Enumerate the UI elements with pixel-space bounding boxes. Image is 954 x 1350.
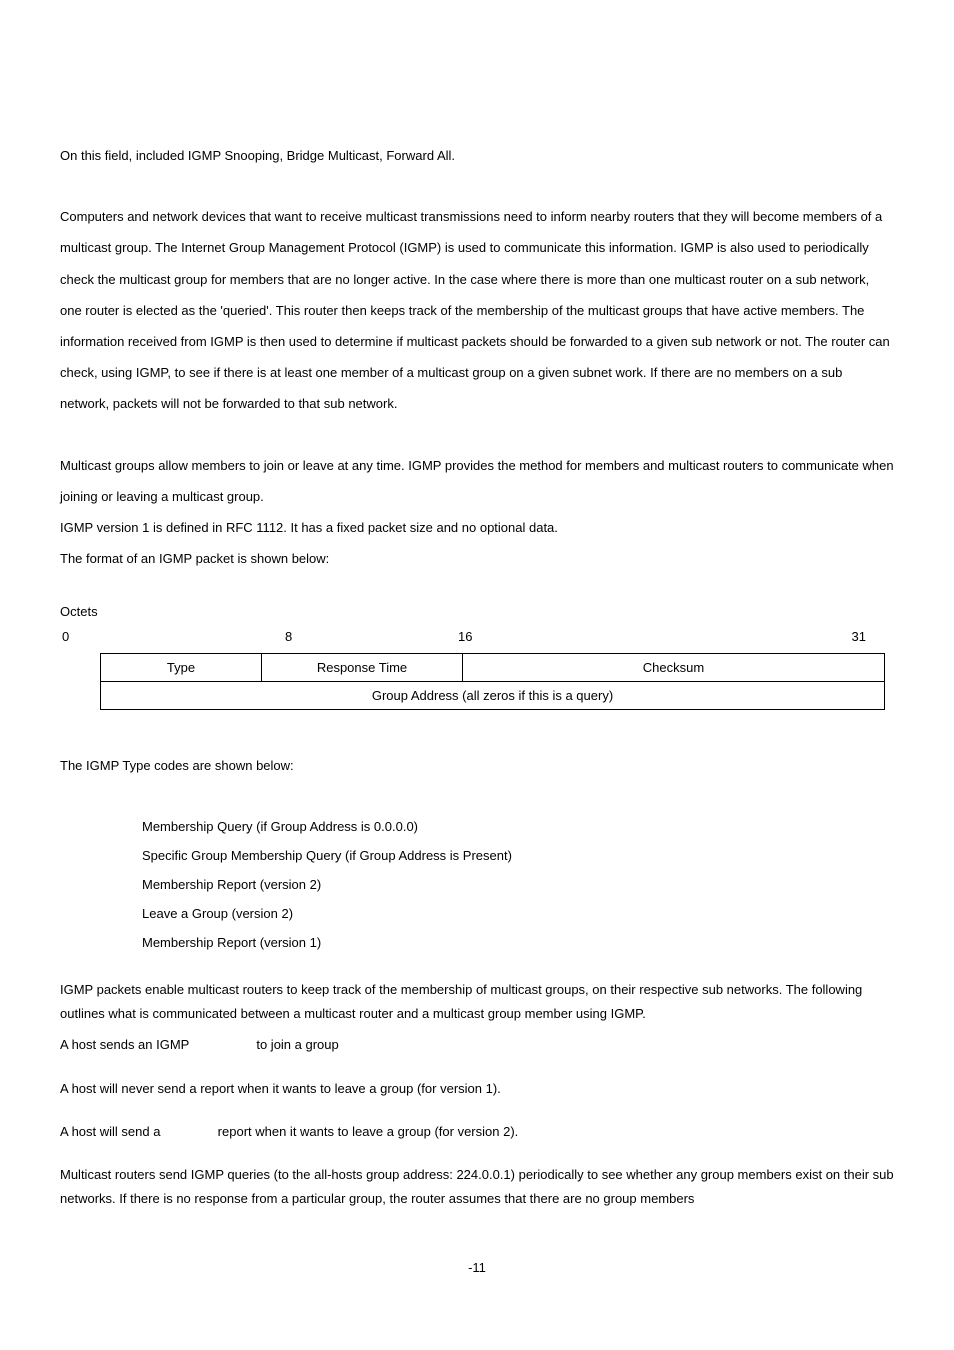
cell-type: Type	[101, 654, 262, 682]
paragraph-host-leave-v2: A host will send a report when it wants …	[60, 1120, 894, 1143]
para-line-a: Multicast groups allow members to join o…	[60, 458, 894, 504]
paragraph-igmp-overview: Computers and network devices that want …	[60, 201, 894, 419]
type-codes-intro: The IGMP Type codes are shown below:	[60, 750, 894, 781]
type-code-desc: Membership Query (if Group Address is 0.…	[102, 813, 524, 840]
bit-offset-header: 0 8 16 31	[60, 629, 894, 649]
bit-label-31: 31	[852, 629, 866, 644]
cell-checksum: Checksum	[463, 654, 885, 682]
text-fragment: A host sends an IGMP	[60, 1037, 193, 1052]
para-line-b: IGMP version 1 is defined in RFC 1112. I…	[60, 520, 558, 535]
type-code-desc: Leave a Group (version 2)	[102, 900, 524, 927]
cell-group-address: Group Address (all zeros if this is a qu…	[101, 682, 885, 710]
text-fragment: to join a group	[253, 1037, 339, 1052]
table-row: Group Address (all zeros if this is a qu…	[101, 682, 885, 710]
bit-label-0: 0	[62, 629, 69, 644]
igmp-packet-table: Type Response Time Checksum Group Addres…	[100, 653, 885, 710]
paragraph-router-queries: Multicast routers send IGMP queries (to …	[60, 1163, 894, 1210]
bit-label-8: 8	[285, 629, 292, 644]
type-codes-table: Membership Query (if Group Address is 0.…	[100, 811, 526, 958]
type-code-desc: Membership Report (version 2)	[102, 871, 524, 898]
text-fragment: A host will send a	[60, 1124, 164, 1139]
table-row: Leave a Group (version 2)	[102, 900, 524, 927]
table-row: Type Response Time Checksum	[101, 654, 885, 682]
page-number: -11	[60, 1260, 894, 1275]
table-row: Specific Group Membership Query (if Grou…	[102, 842, 524, 869]
table-row: Membership Query (if Group Address is 0.…	[102, 813, 524, 840]
table-row: Membership Report (version 1)	[102, 929, 524, 956]
paragraph-host-join: A host sends an IGMP to join a group	[60, 1033, 894, 1056]
intro-line: On this field, included IGMP Snooping, B…	[60, 140, 894, 171]
paragraph-igmp-tracking: IGMP packets enable multicast routers to…	[60, 978, 894, 1025]
type-code-desc: Membership Report (version 1)	[102, 929, 524, 956]
paragraph-multicast-groups: Multicast groups allow members to join o…	[60, 450, 894, 575]
type-code-desc: Specific Group Membership Query (if Grou…	[102, 842, 524, 869]
table-row: Membership Report (version 2)	[102, 871, 524, 898]
octets-label: Octets	[60, 604, 894, 619]
paragraph-host-leave-v1: A host will never send a report when it …	[60, 1077, 894, 1100]
para-line-c: The format of an IGMP packet is shown be…	[60, 551, 329, 566]
document-page: On this field, included IGMP Snooping, B…	[0, 0, 954, 1315]
bit-label-16: 16	[458, 629, 472, 644]
text-fragment: report when it wants to leave a group (f…	[214, 1124, 518, 1139]
cell-response-time: Response Time	[262, 654, 463, 682]
